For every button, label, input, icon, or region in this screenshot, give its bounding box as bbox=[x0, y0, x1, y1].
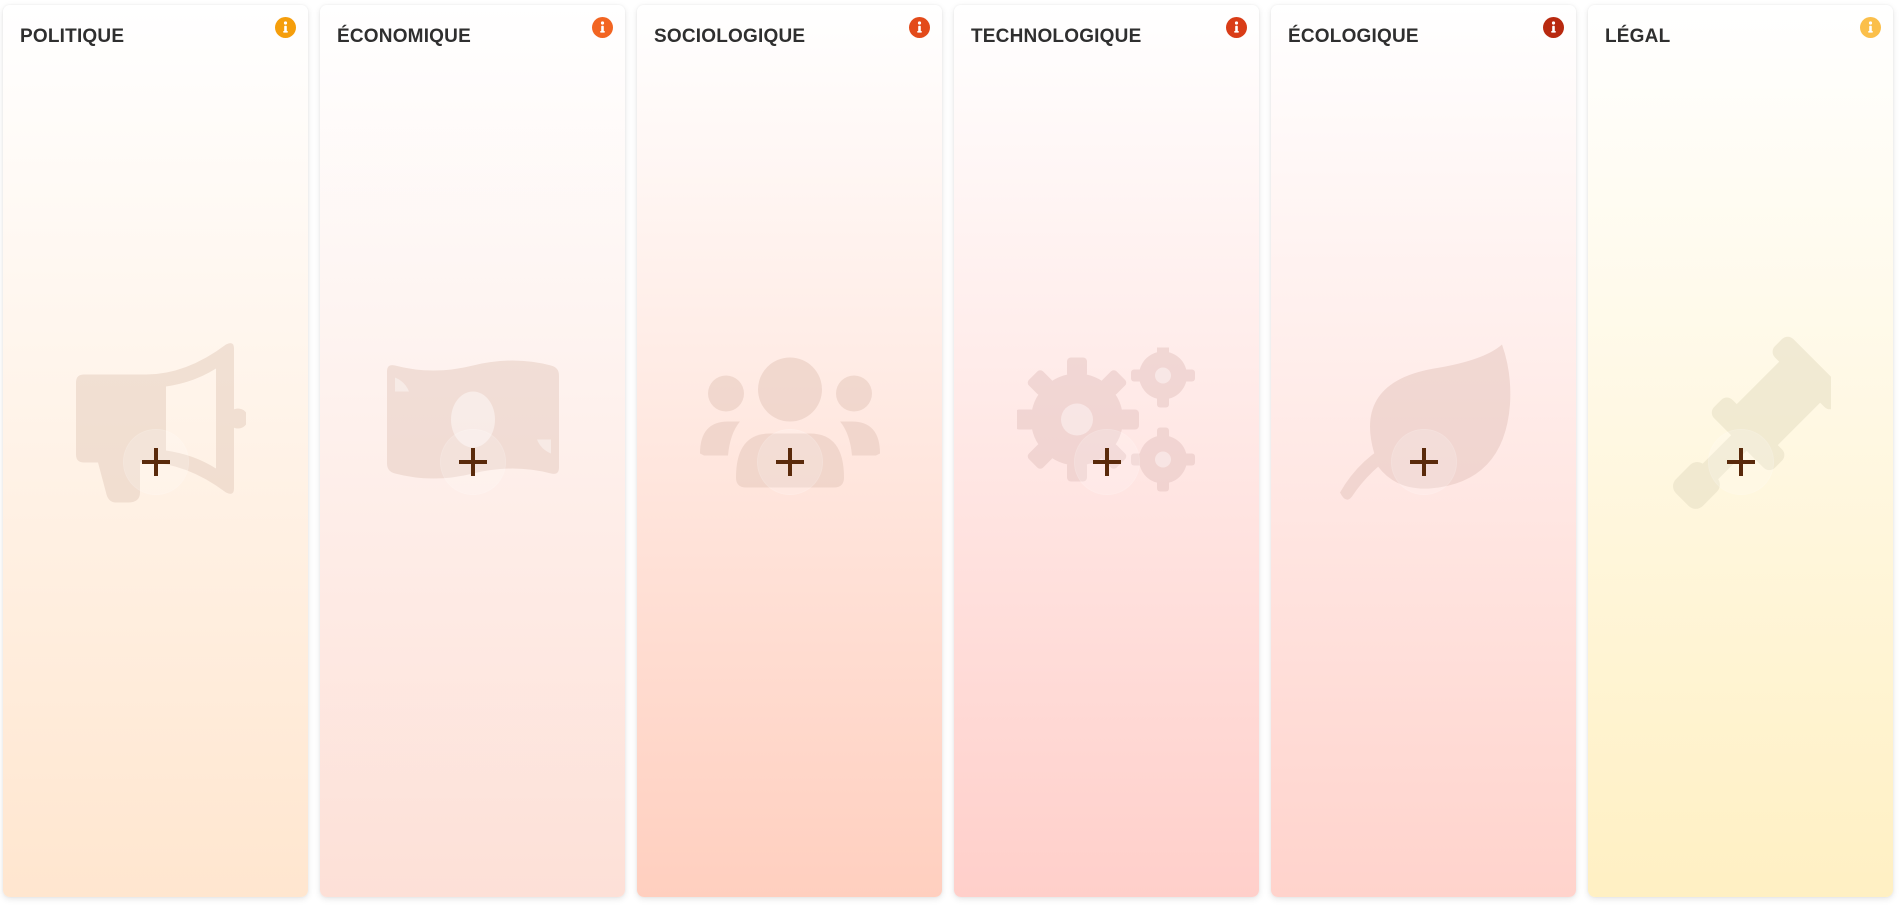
info-icon[interactable] bbox=[1226, 17, 1247, 38]
column-title: SOCIOLOGIQUE bbox=[654, 26, 806, 47]
add-item-button[interactable] bbox=[1391, 430, 1456, 494]
column-title: POLITIQUE bbox=[20, 26, 125, 47]
column-title: ÉCOLOGIQUE bbox=[1288, 26, 1419, 47]
column-legal: LÉGAL bbox=[1588, 5, 1893, 897]
info-icon[interactable] bbox=[1860, 17, 1881, 38]
column-title: TECHNOLOGIQUE bbox=[971, 26, 1142, 47]
column-economique: ÉCONOMIQUE bbox=[320, 5, 625, 897]
column-title: LÉGAL bbox=[1605, 26, 1671, 47]
column-politique: POLITIQUE bbox=[3, 5, 308, 897]
add-item-button[interactable] bbox=[757, 430, 822, 494]
column-technologique: TECHNOLOGIQUE bbox=[954, 5, 1259, 897]
pestel-board: POLITIQUE ÉCONOMIQUE SOCIOLOGIQUE TECHNO… bbox=[0, 0, 1899, 917]
column-ecologique: ÉCOLOGIQUE bbox=[1271, 5, 1576, 897]
column-title: ÉCONOMIQUE bbox=[337, 26, 471, 47]
add-item-button[interactable] bbox=[440, 430, 505, 494]
info-icon[interactable] bbox=[909, 17, 930, 38]
info-icon[interactable] bbox=[592, 17, 613, 38]
add-item-button[interactable] bbox=[123, 430, 188, 494]
info-icon[interactable] bbox=[275, 17, 296, 38]
add-item-button[interactable] bbox=[1074, 430, 1139, 494]
column-sociologique: SOCIOLOGIQUE bbox=[637, 5, 942, 897]
add-item-button[interactable] bbox=[1708, 430, 1773, 494]
info-icon[interactable] bbox=[1543, 17, 1564, 38]
